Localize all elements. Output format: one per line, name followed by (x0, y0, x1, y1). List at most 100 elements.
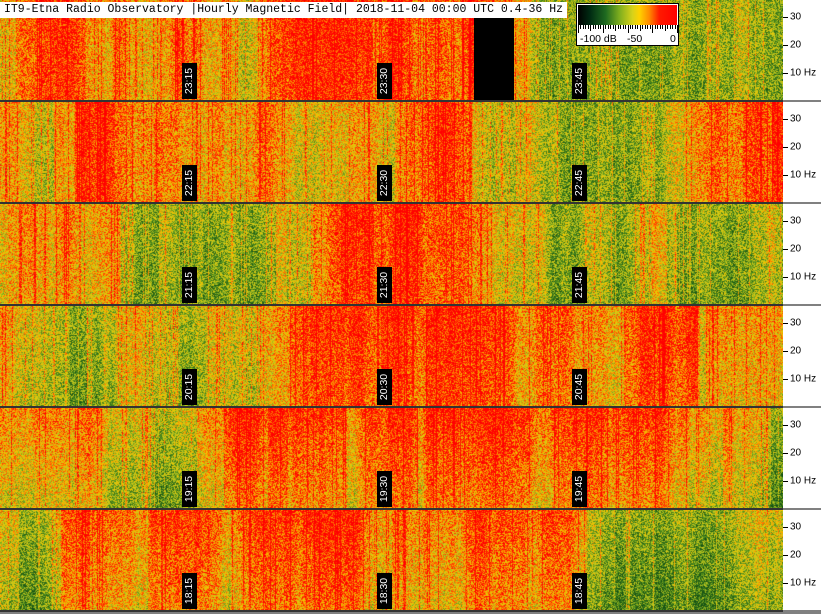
frequency-tick-label: 10 Hz (790, 577, 817, 589)
legend-tick-mark (622, 25, 624, 29)
time-label-2045: 20:45 (572, 369, 587, 405)
frequency-tick-label: 30 (790, 521, 802, 533)
time-label-2030: 20:30 (377, 369, 392, 405)
frequency-tick-label: 10 Hz (790, 373, 817, 385)
frequency-tick (783, 379, 788, 381)
time-label-text: 22:30 (378, 169, 391, 197)
time-label-text: 21:30 (378, 271, 391, 299)
legend-label-mid: -50 (627, 33, 643, 45)
time-label-2145: 21:45 (572, 267, 587, 303)
data-gap-block (474, 17, 514, 100)
frequency-tick-label: 30 (790, 215, 802, 227)
frequency-tick (783, 248, 788, 250)
time-label-1830: 18:30 (377, 573, 392, 609)
legend-tick-mark (620, 25, 622, 29)
legend-tick-mark (662, 25, 664, 29)
legend-tick-mark (607, 25, 609, 29)
frequency-tick (783, 175, 788, 177)
legend-tick-mark (667, 25, 669, 29)
spectrogram-row-19: 19:15 19:30 19:45 (0, 408, 783, 510)
legend-tick-mark (644, 25, 646, 29)
frequency-tick (783, 350, 788, 352)
legend-tick-mark (657, 25, 659, 29)
frequency-tick (783, 322, 788, 324)
frequency-tick (783, 554, 788, 556)
legend-tick-mark (669, 25, 671, 29)
spectrogram-row-22: 22:15 22:30 22:45 (0, 102, 783, 204)
frequency-tick-label: 20 (790, 549, 802, 561)
legend-tick-mark (677, 25, 678, 33)
legend-colorbar (578, 5, 677, 25)
time-label-2345: 23:45 (572, 63, 587, 99)
legend-tick-mark (632, 25, 634, 29)
frequency-tick (783, 44, 788, 46)
legend-tick-mark (674, 25, 676, 29)
legend-tick-mark (647, 25, 649, 29)
frequency-tick-label: 20 (790, 141, 802, 153)
time-label-2130: 21:30 (377, 267, 392, 303)
legend-tick-mark (605, 25, 607, 29)
legend-tick-mark (610, 25, 612, 29)
legend-tick-mark (639, 25, 641, 31)
time-label-text: 23:15 (183, 67, 196, 95)
legend-tick-mark (654, 25, 656, 29)
frequency-axis: 30 20 10 Hz (783, 306, 821, 406)
frequency-tick (783, 424, 788, 426)
frequency-tick-label: 10 Hz (790, 169, 817, 181)
frequency-tick (783, 118, 788, 120)
legend-tick-mark (580, 25, 582, 29)
legend-label-min: -100 dB (580, 33, 617, 45)
frequency-axis: 30 20 10 Hz (783, 204, 821, 304)
time-label-text: 19:15 (183, 475, 196, 503)
legend-tick-mark (672, 25, 674, 29)
time-label-2315: 23:15 (182, 63, 197, 99)
legend-tick-mark (590, 25, 592, 31)
time-label-2330: 23:30 (377, 63, 392, 99)
color-legend: -100 dB -50 0 (576, 3, 679, 46)
legend-tick-mark (592, 25, 594, 29)
frequency-tick (783, 583, 788, 585)
legend-tick-mark (612, 25, 614, 29)
legend-tick-mark (587, 25, 589, 29)
legend-tick-mark (602, 25, 604, 33)
time-label-1915: 19:15 (182, 471, 197, 507)
frequency-axis: 30 20 10 Hz (783, 0, 821, 100)
spectrogram-row-18: 18:15 18:30 18:45 (0, 510, 783, 612)
time-label-2245: 22:45 (572, 165, 587, 201)
legend-tick-mark (582, 25, 584, 29)
frequency-tick (783, 146, 788, 148)
legend-tick-mark (629, 25, 631, 29)
legend-tick-mark (649, 25, 651, 29)
time-label-text: 21:45 (573, 271, 586, 299)
frequency-axis: 30 20 10 Hz (783, 510, 821, 610)
frequency-tick (783, 526, 788, 528)
time-label-1845: 18:45 (572, 573, 587, 609)
time-label-text: 23:45 (573, 67, 586, 95)
frequency-tick-label: 20 (790, 39, 802, 51)
legend-tick-mark (659, 25, 661, 29)
time-label-2115: 21:15 (182, 267, 197, 303)
time-label-text: 20:15 (183, 373, 196, 401)
time-label-text: 22:45 (573, 169, 586, 197)
time-label-text: 18:30 (378, 577, 391, 605)
time-label-text: 20:30 (378, 373, 391, 401)
legend-tick-mark (578, 25, 579, 33)
spectrogram-row-21: 21:15 21:30 21:45 (0, 204, 783, 306)
frequency-tick (783, 16, 788, 18)
frequency-tick (783, 277, 788, 279)
frequency-tick-label: 10 Hz (790, 271, 817, 283)
frequency-tick-label: 20 (790, 243, 802, 255)
legend-tick-mark (664, 25, 666, 31)
time-label-1930: 19:30 (377, 471, 392, 507)
legend-tick-mark (617, 25, 619, 29)
frequency-tick-label: 20 (790, 345, 802, 357)
frequency-tick-label: 10 Hz (790, 67, 817, 79)
legend-tick-mark (625, 25, 627, 29)
frequency-axis: 30 20 10 Hz (783, 408, 821, 508)
time-label-2215: 22:15 (182, 165, 197, 201)
frequency-axis: 30 20 10 Hz (783, 102, 821, 202)
legend-tick-mark (597, 25, 599, 29)
frequency-tick-label: 30 (790, 11, 802, 23)
time-label-2230: 22:30 (377, 165, 392, 201)
frequency-tick (783, 481, 788, 483)
